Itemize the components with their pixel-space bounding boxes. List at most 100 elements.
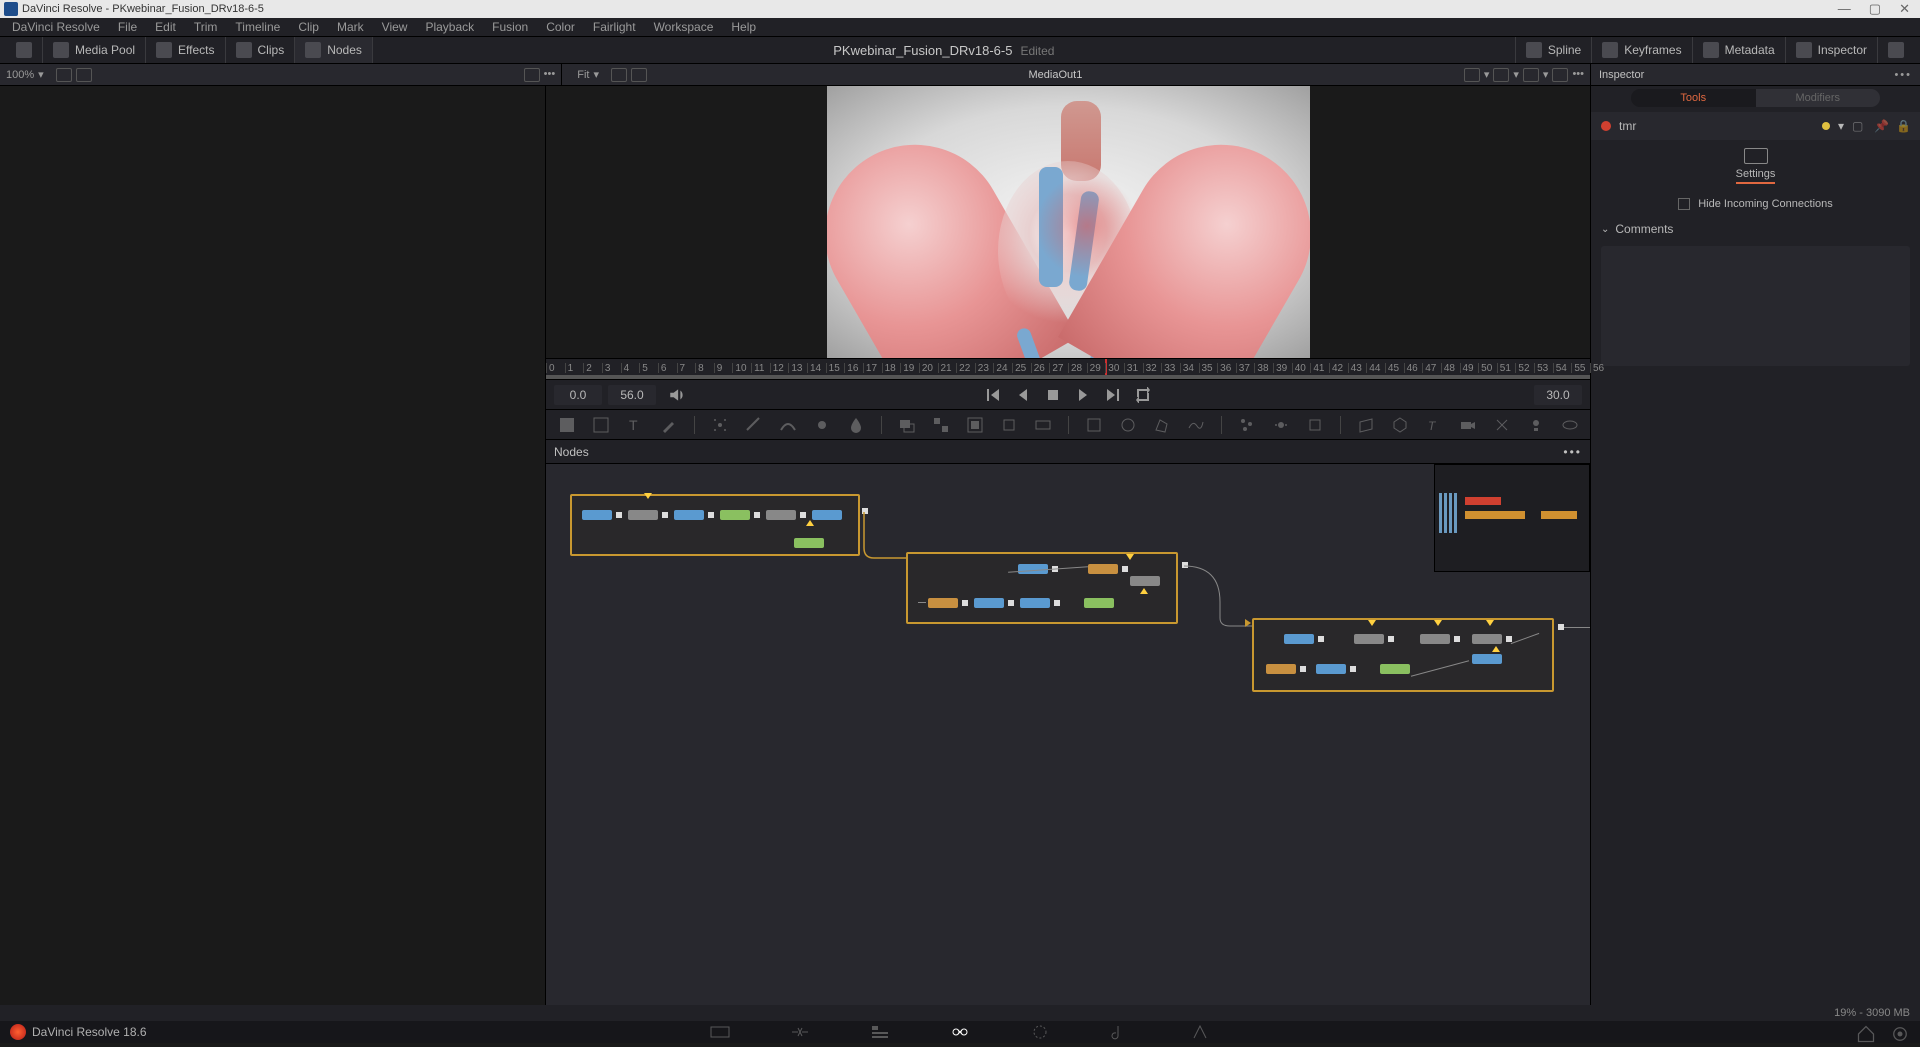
menu-item[interactable]: Help (723, 20, 764, 34)
renderer3d-tool-icon[interactable] (1561, 416, 1579, 434)
menu-item[interactable]: Color (538, 20, 583, 34)
tab-tools[interactable]: Tools (1631, 89, 1756, 107)
node-group[interactable] (906, 552, 1178, 624)
stop-button[interactable] (1045, 387, 1061, 403)
menu-item[interactable]: Edit (147, 20, 184, 34)
end-timecode[interactable]: 56.0 (608, 385, 656, 405)
view-icon[interactable] (1493, 68, 1509, 82)
text-tool-icon[interactable]: T (626, 416, 644, 434)
first-frame-button[interactable] (985, 387, 1001, 403)
merge-tool-icon[interactable] (898, 416, 916, 434)
light-tool-icon[interactable] (1527, 416, 1545, 434)
node-navigator[interactable] (1434, 464, 1590, 572)
shape3d-tool-icon[interactable] (1391, 416, 1409, 434)
keyframes-button[interactable]: Keyframes (1591, 37, 1691, 63)
color-page-icon[interactable] (1030, 1024, 1050, 1040)
deliver-page-icon[interactable] (1190, 1024, 1210, 1040)
last-frame-button[interactable] (1105, 387, 1121, 403)
bspline-mask-icon[interactable] (1187, 416, 1205, 434)
node[interactable] (794, 538, 824, 548)
start-timecode[interactable]: 0.0 (554, 385, 602, 405)
node[interactable] (1420, 634, 1450, 644)
effects-button[interactable]: Effects (146, 37, 225, 63)
colorcorrect-tool-icon[interactable] (745, 416, 763, 434)
brightness-tool-icon[interactable] (813, 416, 831, 434)
home-icon[interactable] (1856, 1024, 1876, 1040)
paint-tool-icon[interactable] (660, 416, 678, 434)
node[interactable] (1472, 654, 1502, 664)
play-button[interactable] (1075, 387, 1091, 403)
background-tool-icon[interactable] (558, 416, 576, 434)
menu-item[interactable]: Playback (417, 20, 482, 34)
fairlight-page-icon[interactable] (1110, 1024, 1130, 1040)
view-icon[interactable] (56, 68, 72, 82)
menu-item[interactable]: Mark (329, 20, 372, 34)
view-icon[interactable] (1552, 68, 1568, 82)
node-group[interactable] (1252, 618, 1554, 692)
fastnoise-tool-icon[interactable] (592, 416, 610, 434)
node[interactable] (1020, 598, 1050, 608)
pRender-tool-icon[interactable] (1306, 416, 1324, 434)
node[interactable] (582, 510, 612, 520)
polygon-mask-icon[interactable] (1153, 416, 1171, 434)
view-icon[interactable] (1464, 68, 1480, 82)
menu-item[interactable]: Trim (186, 20, 226, 34)
view-icon[interactable] (1523, 68, 1539, 82)
close-button[interactable]: ✕ (1899, 1, 1910, 17)
fit-dropdown[interactable]: Fit▾ (571, 68, 605, 81)
view-icon[interactable] (524, 68, 540, 82)
options-icon[interactable]: ••• (1563, 445, 1582, 459)
options-icon[interactable]: ••• (1894, 69, 1912, 81)
maximize-button[interactable]: ▢ (1869, 1, 1881, 17)
resize-tool-icon[interactable] (1034, 416, 1052, 434)
menu-item[interactable]: Clip (290, 20, 327, 34)
node[interactable] (812, 510, 842, 520)
media-page-icon[interactable] (710, 1024, 730, 1040)
node[interactable] (1316, 664, 1346, 674)
node[interactable] (674, 510, 704, 520)
node[interactable] (1084, 598, 1114, 608)
mediapool-button[interactable]: Media Pool (43, 37, 146, 63)
comments-textarea[interactable] (1601, 246, 1910, 366)
node[interactable] (974, 598, 1004, 608)
time-ruler[interactable]: 0123456789101112131415161718192021222324… (546, 358, 1590, 380)
node-graph[interactable] (546, 464, 1590, 1021)
merge3d-tool-icon[interactable] (1493, 416, 1511, 434)
text3d-tool-icon[interactable]: T (1425, 416, 1443, 434)
minimize-button[interactable]: — (1838, 1, 1851, 17)
fusion-page-icon[interactable] (950, 1024, 970, 1040)
curve-tool-icon[interactable] (779, 416, 797, 434)
inspector-node-header[interactable]: tmr ▾ ▢ 📌 🔒 (1591, 112, 1920, 140)
view-icon[interactable] (76, 68, 92, 82)
spline-button[interactable]: Spline (1515, 37, 1591, 63)
ellipse-mask-icon[interactable] (1119, 416, 1137, 434)
node[interactable] (1380, 664, 1410, 674)
menu-item[interactable]: Fairlight (585, 20, 644, 34)
view-icon[interactable] (611, 68, 627, 82)
matte-tool-icon[interactable] (966, 416, 984, 434)
channelbool-tool-icon[interactable] (932, 416, 950, 434)
pEmitter-tool-icon[interactable] (1272, 416, 1290, 434)
node[interactable] (1266, 664, 1296, 674)
chevron-down-icon[interactable]: ▾ (1838, 119, 1844, 133)
node[interactable] (720, 510, 750, 520)
volume-icon[interactable] (668, 386, 686, 404)
menu-item[interactable]: Fusion (484, 20, 536, 34)
hide-connections-row[interactable]: Hide Incoming Connections (1591, 192, 1920, 216)
node[interactable] (1472, 634, 1502, 644)
node[interactable] (628, 510, 658, 520)
expand-icon[interactable] (1888, 42, 1904, 58)
menu-item[interactable]: View (374, 20, 416, 34)
camera3d-tool-icon[interactable] (1459, 416, 1477, 434)
menu-item[interactable]: Timeline (227, 20, 288, 34)
cut-page-icon[interactable] (790, 1024, 810, 1040)
versions-icon[interactable]: ▢ (1852, 119, 1866, 133)
project-settings-icon[interactable] (1890, 1024, 1910, 1040)
menu-item[interactable]: Workspace (646, 20, 722, 34)
node[interactable] (1284, 634, 1314, 644)
node[interactable] (1088, 564, 1118, 574)
menu-item[interactable]: DaVinci Resolve (4, 20, 108, 34)
nodes-button[interactable]: Nodes (295, 37, 373, 63)
metadata-button[interactable]: Metadata (1692, 37, 1785, 63)
left-viewer[interactable] (0, 86, 546, 1021)
